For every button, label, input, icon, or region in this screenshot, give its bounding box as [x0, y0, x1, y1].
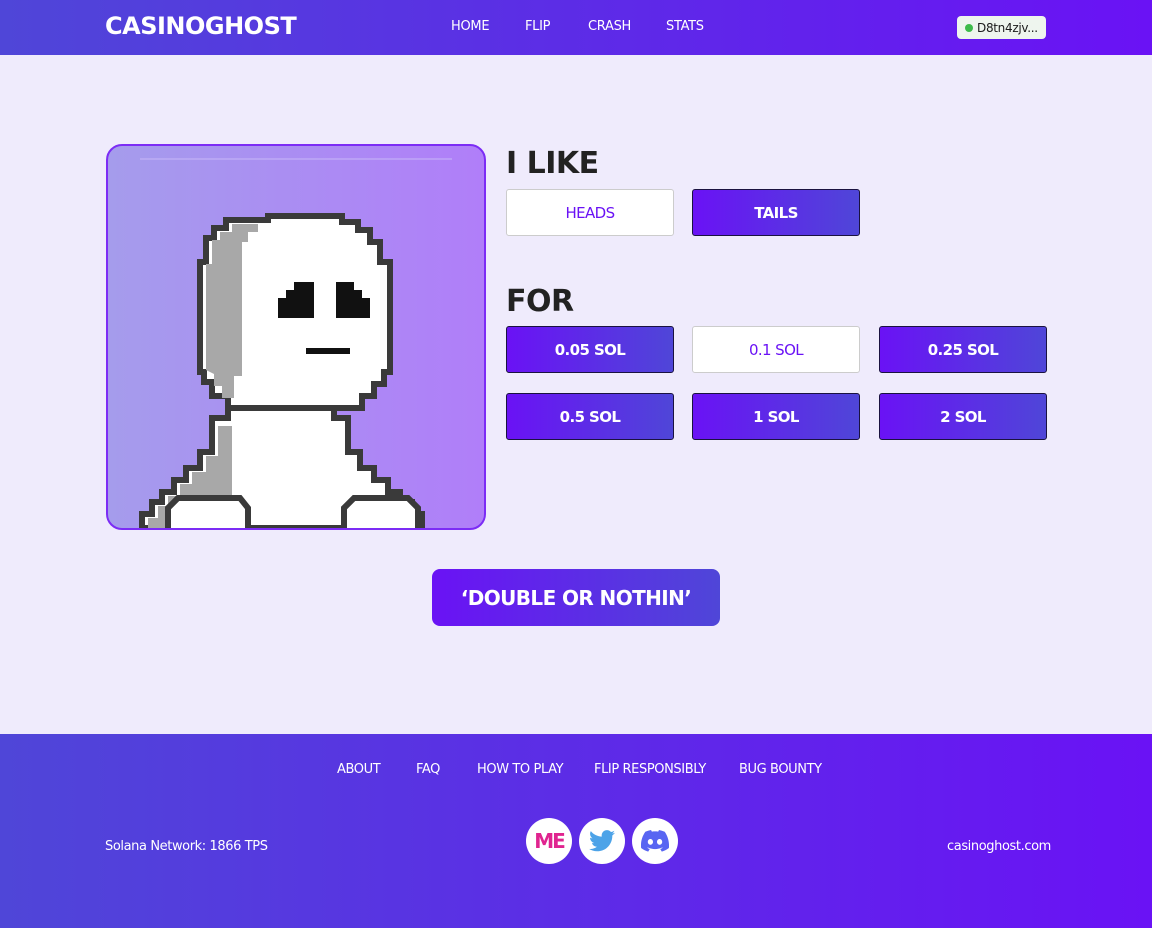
- nav-crash[interactable]: CRASH: [588, 19, 631, 34]
- amount-0-5-sol-button[interactable]: 0.5 SOL: [506, 393, 674, 440]
- amount-0-25-sol-button[interactable]: 0.25 SOL: [879, 326, 1047, 373]
- ghost-nft-image: [106, 144, 486, 530]
- footer-link-bug-bounty[interactable]: BUG BOUNTY: [739, 762, 822, 777]
- magic-eden-link[interactable]: ME: [526, 818, 572, 864]
- ghost-character-illustration: [139, 158, 452, 528]
- twitter-link[interactable]: [579, 818, 625, 864]
- wallet-address: D8tn4zjv...: [977, 20, 1038, 35]
- footer-link-about[interactable]: ABOUT: [337, 762, 381, 777]
- nav-stats[interactable]: STATS: [666, 19, 704, 34]
- site-footer: ABOUT FAQ HOW TO PLAY FLIP RESPONSIBLY B…: [0, 734, 1152, 928]
- footer-link-how-to-play[interactable]: HOW TO PLAY: [477, 762, 564, 777]
- amount-heading: FOR: [506, 284, 574, 319]
- magic-eden-icon: ME: [534, 829, 566, 853]
- network-status: Solana Network: 1866 TPS: [105, 839, 268, 854]
- site-domain[interactable]: casinoghost.com: [947, 839, 1051, 854]
- nav-home[interactable]: HOME: [451, 19, 490, 34]
- connection-status-dot: [965, 23, 973, 32]
- discord-icon: [641, 830, 669, 852]
- nav-flip[interactable]: FLIP: [525, 19, 551, 34]
- wallet-button[interactable]: D8tn4zjv...: [957, 16, 1046, 39]
- choice-heading: I LIKE: [506, 146, 599, 181]
- top-nav-bar: CASINOGHOST HOME FLIP CRASH STATS D8tn4z…: [0, 0, 1152, 55]
- amount-0-05-sol-button[interactable]: 0.05 SOL: [506, 326, 674, 373]
- heads-button[interactable]: HEADS: [506, 189, 674, 236]
- amount-2-sol-button[interactable]: 2 SOL: [879, 393, 1047, 440]
- amount-1-sol-button[interactable]: 1 SOL: [692, 393, 860, 440]
- double-or-nothing-button[interactable]: ‘DOUBLE OR NOTHIN’: [432, 569, 720, 626]
- tails-button[interactable]: TAILS: [692, 189, 860, 236]
- amount-0-1-sol-button[interactable]: 0.1 SOL: [692, 326, 860, 373]
- twitter-icon: [589, 830, 615, 852]
- footer-link-faq[interactable]: FAQ: [416, 762, 440, 777]
- discord-link[interactable]: [632, 818, 678, 864]
- footer-link-flip-responsibly[interactable]: FLIP RESPONSIBLY: [594, 762, 706, 777]
